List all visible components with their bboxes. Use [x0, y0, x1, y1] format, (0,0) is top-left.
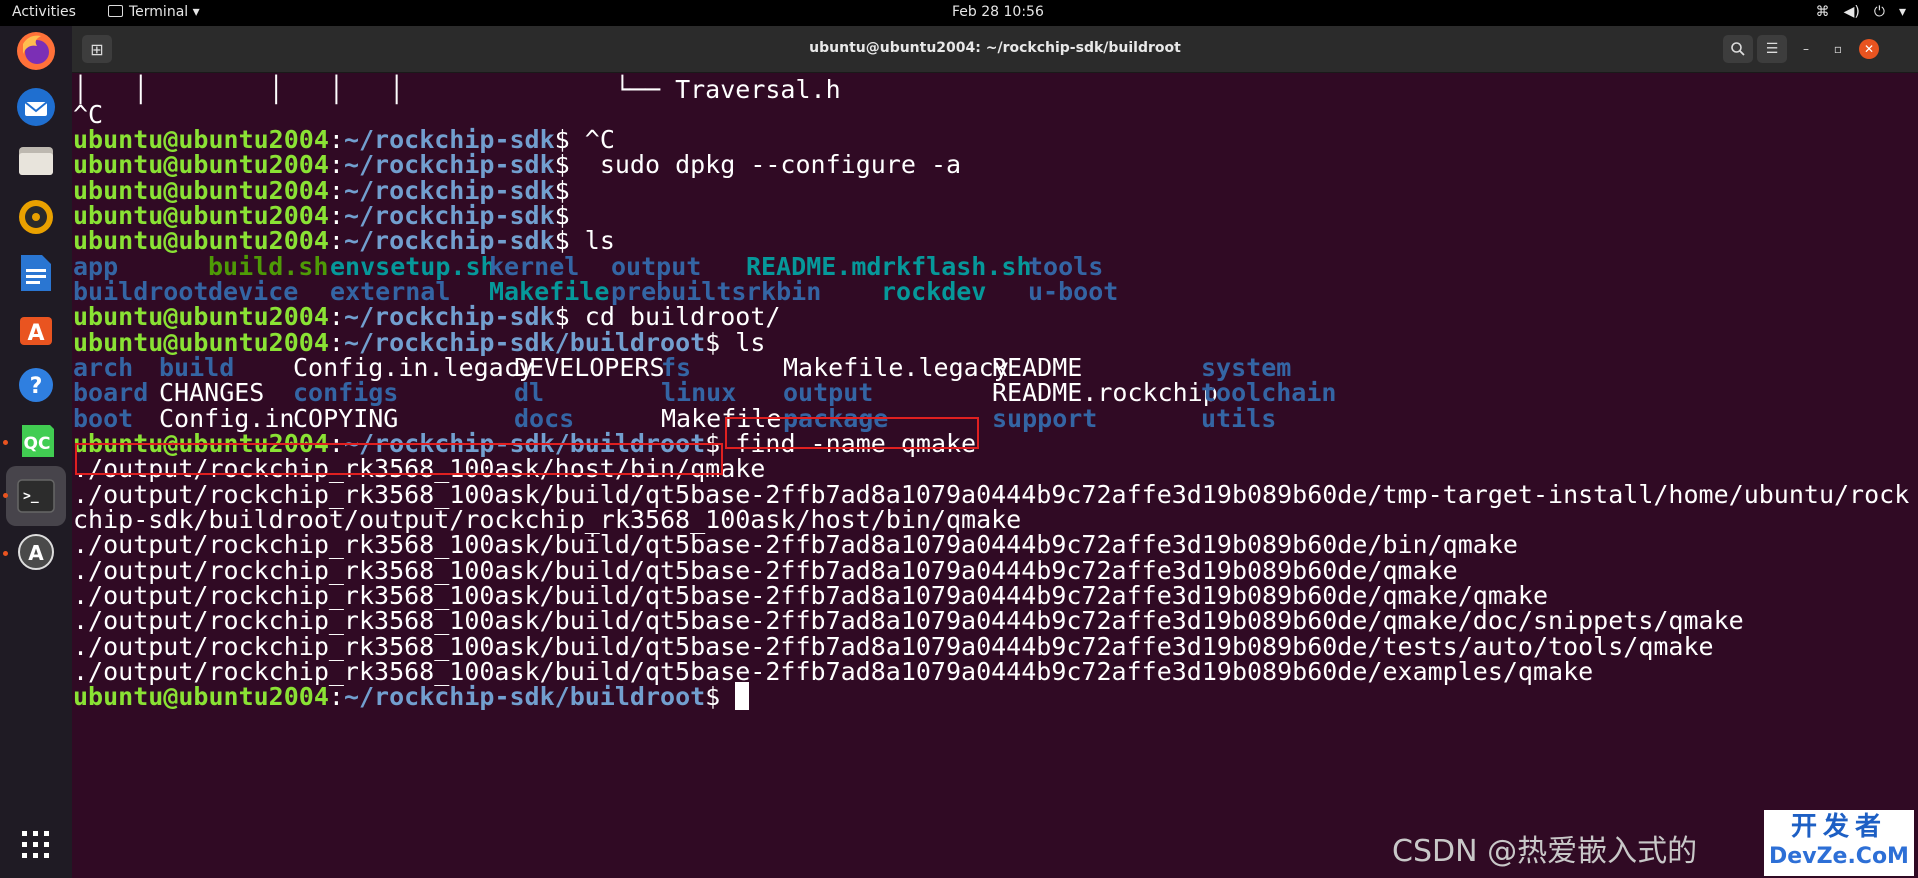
devze-en-text: DevZe.CoM [1769, 844, 1909, 869]
prompt-line: ubuntu@ubuntu2004:~/rockchip-sdk/buildro… [73, 681, 1917, 712]
volume-icon: ◀) [1843, 4, 1860, 20]
running-indicator [3, 551, 8, 556]
rhythmbox-icon[interactable] [13, 194, 59, 240]
terminal-icon[interactable]: >_ [6, 466, 66, 526]
svg-text:A: A [28, 541, 44, 565]
svg-text:?: ? [30, 374, 43, 399]
thunderbird-icon[interactable] [13, 84, 59, 130]
chevron-down-icon: ▾ [1898, 4, 1906, 20]
csdn-watermark: CSDN @热爱嵌入式的 [1392, 834, 1698, 869]
terminal-output[interactable]: │ │ │ │ │ └── Traversal.h ^C ubuntu@ubun… [72, 74, 1918, 874]
system-tray[interactable]: ⌘ ◀) ⏻ ▾ [1816, 4, 1906, 20]
highlight-box-command [725, 417, 979, 449]
window-header-bar: ⊞ ubuntu@ubuntu2004: ~/rockchip-sdk/buil… [72, 26, 1918, 73]
maximize-button[interactable]: ▫ [1828, 39, 1848, 59]
hamburger-icon: ☰ [1765, 41, 1779, 57]
restore-icon: ▫ [1833, 42, 1843, 56]
minimize-button[interactable]: – [1796, 39, 1816, 59]
firefox-icon[interactable] [13, 28, 59, 74]
app-menu-label: Terminal [129, 4, 189, 20]
svg-text:QC: QC [24, 434, 51, 454]
prompt-user: ubuntu@ubuntu2004 [73, 682, 329, 711]
network-icon: ⌘ [1815, 4, 1830, 20]
svg-text:A: A [27, 321, 44, 346]
app-grid-icon[interactable] [13, 822, 59, 868]
search-icon [1731, 42, 1745, 56]
svg-text:>_: >_ [23, 489, 39, 504]
search-button[interactable] [1723, 35, 1753, 63]
terminal-window: ⊞ ubuntu@ubuntu2004: ~/rockchip-sdk/buil… [72, 26, 1918, 878]
software-icon[interactable]: A [13, 306, 59, 352]
system-top-bar: Activities Terminal ▾ Feb 28 10:56 ⌘ ◀) … [0, 0, 1918, 26]
qtcreator-icon[interactable]: QC [13, 418, 59, 464]
minimize-icon: – [1803, 42, 1809, 56]
menu-button[interactable]: ☰ [1757, 35, 1787, 63]
prompt-path: ~/rockchip-sdk/buildroot [343, 682, 706, 711]
app-menu-button[interactable]: Terminal ▾ [108, 4, 200, 20]
help-icon[interactable]: ? [13, 362, 59, 408]
devze-watermark-logo: 开发者 DevZe.CoM [1764, 810, 1914, 876]
activities-button[interactable]: Activities [12, 4, 76, 20]
close-button[interactable]: ✕ [1859, 39, 1879, 59]
window-title: ubuntu@ubuntu2004: ~/rockchip-sdk/buildr… [809, 40, 1181, 56]
close-icon: ✕ [1863, 42, 1875, 56]
files-icon[interactable] [13, 138, 59, 184]
clock[interactable]: Feb 28 10:56 [952, 4, 1044, 20]
updater-icon[interactable]: A [13, 529, 59, 575]
running-indicator [3, 493, 8, 498]
terminal-small-icon [108, 5, 123, 17]
text-cursor [735, 682, 750, 710]
highlight-box-result [75, 443, 723, 475]
devze-cn-text: 开发者 [1790, 812, 1887, 842]
running-indicator [3, 440, 8, 445]
dock: A ? QC >_ A [0, 26, 72, 878]
writer-icon[interactable] [13, 250, 59, 296]
power-icon: ⏻ [1873, 4, 1885, 20]
